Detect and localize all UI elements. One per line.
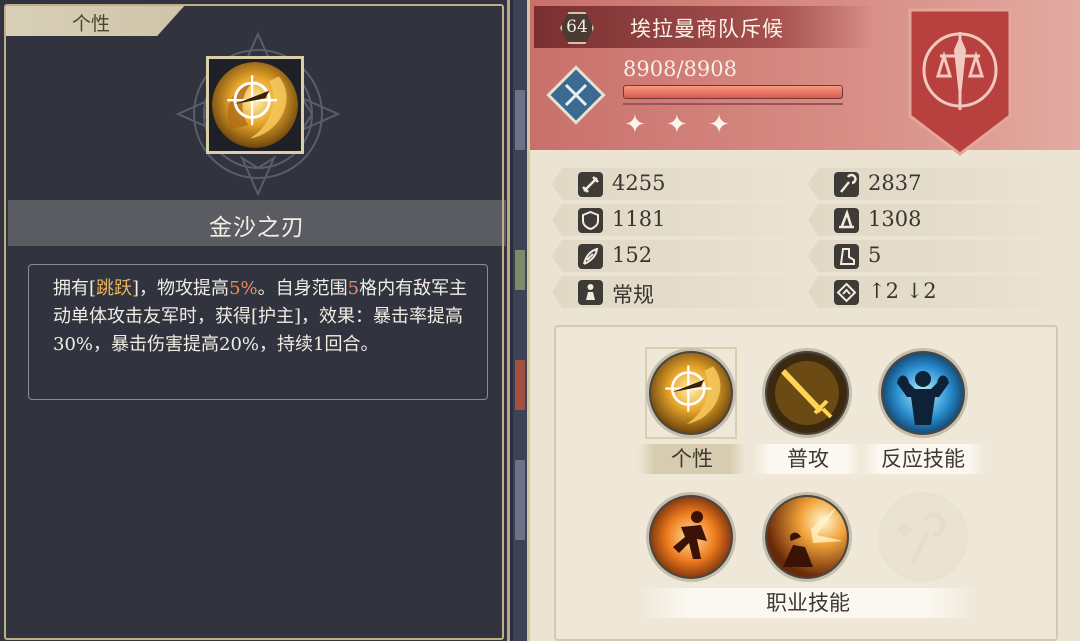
class-skill-locked [878,492,968,582]
desc-keyword-jump[interactable]: 跳跃 [96,278,132,299]
wizard-hat-icon [834,208,859,233]
desc-text: ]，物攻提高 [132,278,230,299]
skill-inner [651,497,731,577]
stat-height: ↑2 ↓2 [808,276,1058,308]
shield-icon [578,208,603,233]
flexing-figure-icon [883,353,963,433]
personality-skill-button[interactable] [646,348,736,438]
hp-text: 8908/8908 [623,57,737,81]
stat-movement: 5 [808,240,1058,272]
character-name: 埃拉曼商队斥候 [630,17,784,41]
skill-inner [651,353,731,433]
class-skill-1-button[interactable] [646,492,736,582]
stat-terrain-value: 常规 [612,283,654,307]
hp-underline [623,103,843,105]
skill-title-bar: 金沙之刃 [8,200,506,246]
background-map-strip [513,0,527,641]
class-icon[interactable] [546,65,606,125]
normal-attack-label[interactable]: 普攻 [754,444,862,474]
stat-defense: 1181 [552,204,802,236]
character-panel: 64 埃拉曼商队斥候 8908/8908 ✦ ✦ ✦ 4255 2837 118… [527,0,1080,641]
skill-icon-large [206,56,304,154]
stat-attack: 4255 [552,168,802,200]
boot-icon [834,244,859,269]
feather-icon [578,244,603,269]
stat-magic-defense: 1308 [808,204,1058,236]
reaction-skill-label[interactable]: 反应技能 [860,444,986,474]
stat-technique-value: 152 [612,243,653,267]
personality-tab-label: 个性 [72,13,111,35]
skill-name: 金沙之刃 [209,215,305,241]
skill-detail-panel: 个性 金沙之刃 拥有[跳跃]，物攻提高5%。自身范围5格内有敌军主动单体攻击友军… [0,0,510,641]
personality-skill-label[interactable]: 个性 [638,444,746,474]
stat-magic-defense-value: 1308 [868,207,922,231]
stat-magic-attack-value: 2837 [868,171,922,195]
skill-inner [883,353,963,433]
skill-description-box: 拥有[跳跃]，物攻提高5%。自身范围5格内有敌军主动单体攻击友军时，获得[护主]… [28,264,488,400]
golden-blade-icon [212,62,298,148]
sword-icon [578,172,603,197]
faction-crest-icon [908,8,1012,156]
figure-icon [578,280,603,305]
dash-figure-icon [651,497,731,577]
reaction-skill-button[interactable] [878,348,968,438]
stat-defense-value: 1181 [612,207,666,231]
normal-attack-button[interactable] [762,348,852,438]
golden-blade-icon [651,353,731,433]
personality-tab[interactable]: 个性 [6,4,186,36]
desc-value: 5% [229,278,258,299]
stat-magic-attack: 2837 [808,168,1058,200]
hp-bar [623,85,843,99]
desc-text: 拥有[ [53,278,97,299]
stat-attack-value: 4255 [612,171,666,195]
hp-bar-fill [624,86,842,98]
desc-text: 。自身范围 [257,278,348,299]
desc-value: 5 [347,278,360,299]
class-skill-2-button[interactable] [762,492,852,582]
skills-box: 个性 普攻 反应技能 职业技能 [554,325,1058,641]
diamond-arrows-icon [834,280,859,305]
stat-technique: 152 [552,240,802,272]
staff-sparkle-icon [896,512,946,565]
skill-inner [767,353,847,433]
sword-icon [767,353,847,433]
skill-description: 拥有[跳跃]，物攻提高5%。自身范围5格内有敌军主动单体攻击友军时，获得[护主]… [53,275,473,359]
game-screen: 个性 金沙之刃 拥有[跳跃]，物攻提高5%。自身范围5格内有敌军主动单体攻击友军… [0,0,1080,641]
stat-movement-value: 5 [868,243,882,267]
stat-terrain: 常规 [552,276,802,308]
star-rating: ✦ ✦ ✦ [624,110,736,140]
burst-figure-icon [767,497,847,577]
class-skill-label[interactable]: 职业技能 [638,588,978,618]
level-value: 64 [566,17,588,37]
staff-icon [834,172,859,197]
skill-inner [883,497,963,577]
skill-inner [767,497,847,577]
stat-height-value: ↑2 ↓2 [868,279,937,303]
crossed-swords-icon [564,83,588,107]
character-header: 64 埃拉曼商队斥候 8908/8908 ✦ ✦ ✦ [530,0,1080,156]
